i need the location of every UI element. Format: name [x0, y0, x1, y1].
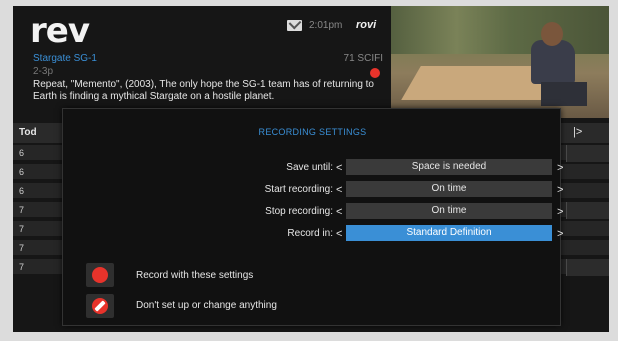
start-recording-value[interactable]: On time	[346, 181, 552, 197]
video-scene-person-leg	[541, 82, 587, 106]
guide-grid-row-label: 7	[19, 262, 25, 272]
program-title: Stargate SG-1	[33, 53, 97, 64]
program-time: 2-3p	[33, 66, 54, 77]
rovi-brand: rovi	[356, 19, 377, 31]
guide-grid-next-arrow[interactable]: |>	[573, 126, 582, 138]
guide-grid-cell[interactable]	[566, 202, 609, 219]
save-until-prev-arrow[interactable]: <	[336, 162, 342, 174]
recording-indicator-icon	[370, 68, 380, 78]
stop-recording-label: Stop recording:	[265, 206, 333, 217]
video-scene-person-head	[541, 22, 563, 46]
save-until-next-arrow[interactable]: >	[557, 162, 563, 174]
program-description: Repeat, "Memento", (2003), The only hope…	[33, 79, 374, 102]
guide-grid-day-label: Tod	[19, 127, 37, 138]
clock: 2:01pm	[309, 20, 343, 31]
recording-settings-dialog: RECORDING SETTINGS Save until: < Space i…	[62, 108, 563, 326]
dialog-title: RECORDING SETTINGS	[258, 127, 367, 137]
record-icon[interactable]	[86, 263, 114, 287]
video-preview[interactable]	[391, 6, 609, 118]
record-with-settings-option[interactable]: Record with these settings	[136, 270, 253, 281]
guide-grid-cell[interactable]	[566, 145, 609, 162]
stop-recording-prev-arrow[interactable]: <	[336, 206, 342, 218]
guide-grid-row-label: 6	[19, 148, 25, 158]
video-scene-trees	[391, 6, 609, 54]
record-icon-dot	[92, 267, 108, 283]
envelope-icon	[287, 20, 302, 31]
record-in-label: Record in:	[287, 228, 333, 239]
stop-recording-next-arrow[interactable]: >	[557, 206, 563, 218]
save-until-value[interactable]: Space is needed	[346, 159, 552, 175]
record-in-next-arrow[interactable]: >	[557, 228, 563, 240]
guide-grid-row-label: 7	[19, 205, 25, 215]
start-recording-next-arrow[interactable]: >	[557, 184, 563, 196]
record-in-prev-arrow[interactable]: <	[336, 228, 342, 240]
save-until-label: Save until:	[286, 162, 333, 173]
rev-logo: rev	[30, 11, 90, 51]
guide-grid-cell[interactable]	[566, 259, 609, 276]
video-scene-person	[531, 40, 575, 84]
tv-screen: rev 2:01pm rovi Stargate SG-1 71 SCIFI 2…	[13, 6, 609, 332]
program-channel: 71 SCIFI	[343, 53, 383, 64]
cancel-icon[interactable]	[86, 294, 114, 318]
guide-grid-row-label: 7	[19, 224, 25, 234]
guide-grid-row-label: 6	[19, 167, 25, 177]
start-recording-prev-arrow[interactable]: <	[336, 184, 342, 196]
stop-recording-value[interactable]: On time	[346, 203, 552, 219]
record-in-value[interactable]: Standard Definition	[346, 225, 552, 241]
guide-grid-row-label: 6	[19, 186, 25, 196]
start-recording-label: Start recording:	[264, 184, 333, 195]
guide-grid-row-label: 7	[19, 243, 25, 253]
cancel-option[interactable]: Don't set up or change anything	[136, 300, 277, 311]
